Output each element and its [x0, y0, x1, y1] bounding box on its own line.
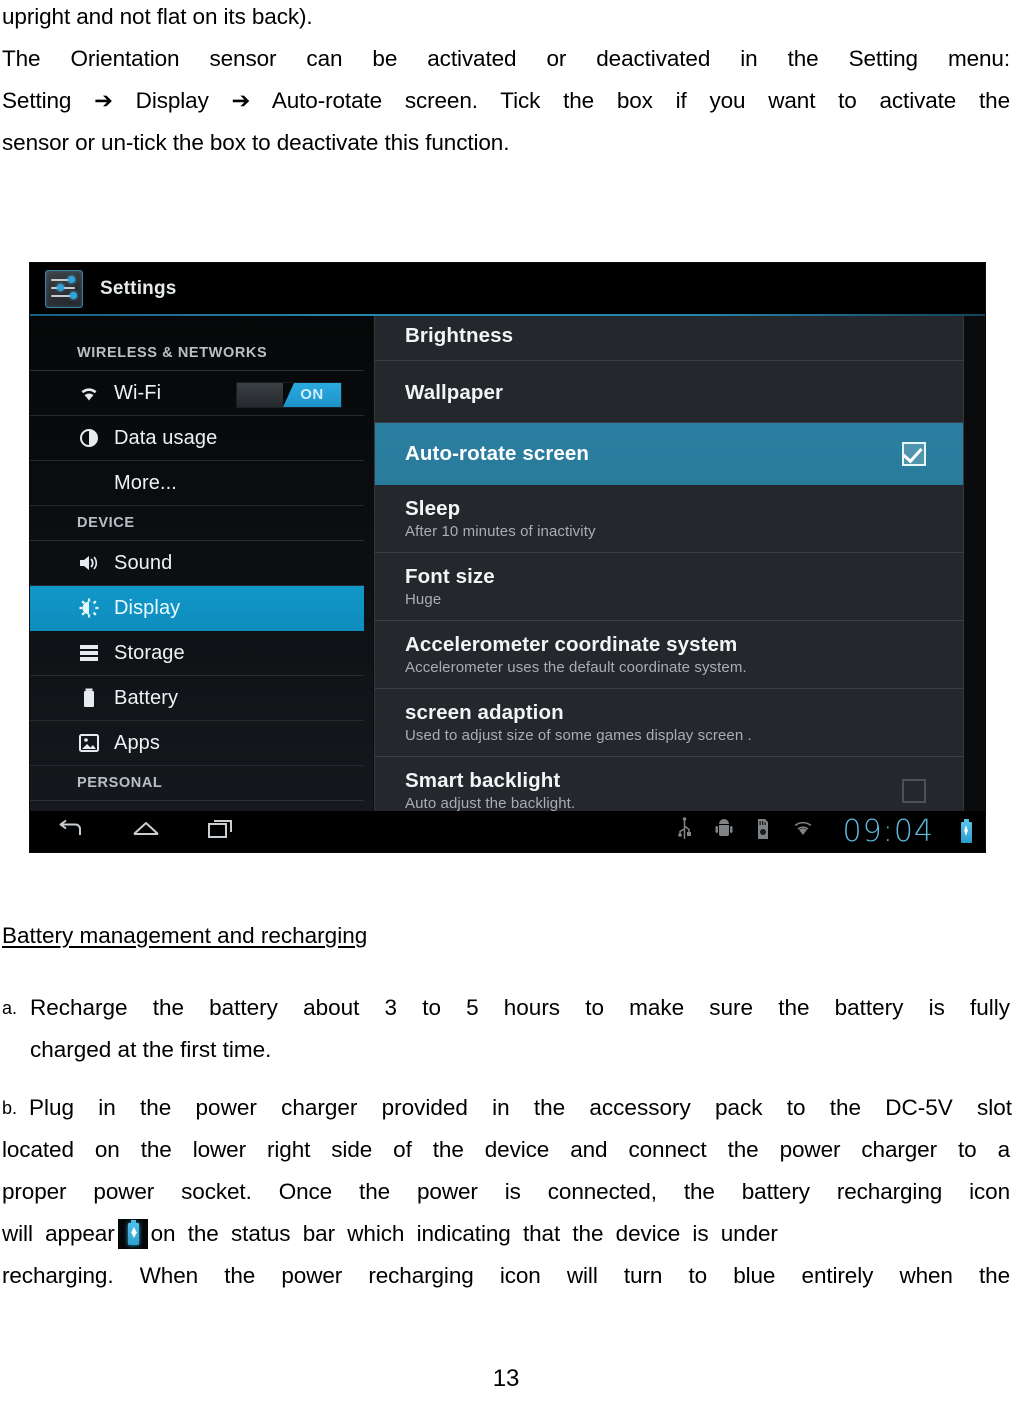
sidebar-label-storage: Storage	[114, 641, 185, 664]
setting-sub-screen-adaption: Used to adjust size of some games displa…	[405, 727, 752, 744]
intro-line-1: upright and not flat on its back).	[2, 4, 313, 29]
usb-icon[interactable]	[676, 817, 693, 846]
setting-row-wallpaper[interactable]: Wallpaper	[375, 361, 963, 423]
sidebar-item-apps[interactable]: Apps	[30, 721, 364, 766]
sidebar-label-more: More...	[114, 471, 177, 494]
setting-title-screen-adaption: screen adaption	[405, 701, 564, 724]
setting-title-font-size: Font size	[405, 565, 495, 588]
recent-apps-icon[interactable]	[206, 818, 236, 845]
sidebar-label-display: Display	[114, 596, 181, 619]
tablet-settings-screenshot: Settings WIRELESS & NETWORKS Wi-Fi ON Da…	[29, 262, 986, 853]
status-area: 09:04	[676, 814, 985, 849]
wifi-icon	[77, 382, 101, 404]
settings-body: WIRELESS & NETWORKS Wi-Fi ON Data usage …	[30, 316, 985, 811]
intro-line-3: Setting ➔ Display ➔ Auto-rotate screen. …	[2, 88, 1010, 113]
list-body-a: Recharge the battery about 3 to 5 hours …	[30, 987, 1010, 1071]
setting-row-font-size[interactable]: Font size Huge	[375, 553, 963, 621]
sidebar-item-battery[interactable]: Battery	[30, 676, 364, 721]
sidebar-item-storage[interactable]: Storage	[30, 631, 364, 676]
content-right-gutter	[964, 316, 985, 811]
list-b-line-4-pre: will appear	[2, 1221, 115, 1246]
list-b-line-4: will appear on the status bar which indi…	[2, 1213, 1010, 1255]
list-a-line-2: charged at the first time.	[30, 1037, 272, 1062]
list-marker-a: a.	[2, 998, 18, 1018]
section-heading: Battery management and recharging	[2, 923, 368, 948]
setting-title-brightness: Brightness	[405, 324, 514, 347]
android-navigation-bar: 09:04	[30, 811, 985, 852]
setting-title-wallpaper: Wallpaper	[405, 381, 504, 404]
brightness-icon	[77, 597, 101, 619]
nav-buttons	[30, 818, 236, 845]
intro-line-4: sensor or un-tick the box to deactivate …	[2, 130, 510, 155]
wifi-status-icon[interactable]	[793, 817, 813, 846]
home-icon[interactable]	[130, 818, 162, 845]
sd-card-icon[interactable]	[755, 817, 771, 846]
battery-charging-icon[interactable]	[960, 819, 973, 844]
sidebar-group-personal-header: PERSONAL	[30, 766, 364, 801]
setting-title-smart-backlight: Smart backlight	[405, 769, 561, 792]
sidebar-label-sound: Sound	[114, 551, 173, 574]
sidebar-item-more[interactable]: More...	[30, 461, 364, 506]
sidebar-item-display[interactable]: Display	[30, 586, 364, 631]
settings-sliders-icon	[45, 269, 83, 308]
setting-sub-accelerometer: Accelerometer uses the default coordinat…	[405, 659, 747, 676]
display-settings-list: Brightness Wallpaper Auto-rotate screen …	[374, 316, 964, 811]
sidebar-group-wireless-header: WIRELESS & NETWORKS	[30, 336, 364, 371]
apps-image-icon	[77, 732, 101, 754]
setting-sub-sleep: After 10 minutes of inactivity	[405, 523, 596, 540]
sidebar-item-data-usage[interactable]: Data usage	[30, 416, 364, 461]
page-number: 13	[492, 1365, 520, 1392]
manual-page: upright and not flat on its back). The O…	[0, 0, 1012, 1405]
setting-sub-font-size: Huge	[405, 591, 442, 608]
smart-backlight-checkbox[interactable]	[899, 776, 929, 806]
android-debug-icon[interactable]	[715, 817, 733, 846]
status-clock: 09:04	[842, 814, 934, 849]
intro-line-2: The Orientation sensor can be activated …	[2, 46, 1010, 71]
list-body-b-line-1: Plug in the power charger provided in th…	[29, 1095, 1012, 1120]
list-b-line-3: proper power socket. Once the power is c…	[2, 1179, 1010, 1204]
list-a-line-1: Recharge the battery about 3 to 5 hours …	[30, 995, 1010, 1020]
setting-row-smart-backlight[interactable]: Smart backlight Auto adjust the backligh…	[375, 757, 963, 811]
sidebar-label-data-usage: Data usage	[114, 426, 218, 449]
list-b-line-4-post: on the status bar which indicating that …	[150, 1221, 778, 1246]
sidebar-label-wifi: Wi-Fi	[114, 381, 162, 404]
inline-battery-charging-icon	[117, 1219, 148, 1249]
sidebar-item-sound[interactable]: Sound	[30, 541, 364, 586]
settings-sidebar: WIRELESS & NETWORKS Wi-Fi ON Data usage …	[30, 316, 373, 811]
list-b-line-5: recharging. When the power recharging ic…	[2, 1263, 1010, 1288]
setting-title-accelerometer: Accelerometer coordinate system	[405, 633, 738, 656]
setting-row-brightness[interactable]: Brightness	[375, 316, 963, 361]
list-item-b: b. Plug in the power charger provided in…	[2, 1087, 1012, 1129]
intro-paragraph: upright and not flat on its back). The O…	[2, 0, 1010, 164]
sidebar-label-battery: Battery	[114, 686, 179, 709]
sidebar-label-apps: Apps	[114, 731, 160, 754]
sidebar-item-wifi[interactable]: Wi-Fi ON	[30, 371, 364, 416]
sidebar-group-device-header: DEVICE	[30, 506, 364, 541]
setting-row-sleep[interactable]: Sleep After 10 minutes of inactivity	[375, 485, 963, 553]
settings-title: Settings	[100, 277, 177, 299]
setting-title-auto-rotate: Auto-rotate screen	[405, 442, 590, 465]
speaker-icon	[77, 552, 101, 574]
data-usage-icon	[77, 427, 101, 449]
screenshot-title-bar: Settings	[30, 263, 985, 314]
wifi-toggle[interactable]: ON	[236, 382, 342, 408]
storage-list-icon	[77, 642, 101, 664]
wifi-toggle-state: ON	[283, 383, 341, 407]
setting-title-sleep: Sleep	[405, 497, 461, 520]
auto-rotate-checkbox[interactable]	[899, 439, 929, 469]
battery-icon	[77, 687, 101, 709]
setting-row-auto-rotate[interactable]: Auto-rotate screen	[375, 423, 963, 485]
back-icon[interactable]	[56, 818, 86, 845]
list-item-a: a. Recharge the battery about 3 to 5 hou…	[2, 987, 1010, 1071]
list-marker-b: b.	[2, 1098, 18, 1118]
list-b-line-2: located on the lower right side of the d…	[2, 1137, 1010, 1162]
setting-sub-smart-backlight: Auto adjust the backlight.	[405, 795, 576, 811]
setting-row-accelerometer[interactable]: Accelerometer coordinate system Accelero…	[375, 621, 963, 689]
setting-row-screen-adaption[interactable]: screen adaption Used to adjust size of s…	[375, 689, 963, 757]
